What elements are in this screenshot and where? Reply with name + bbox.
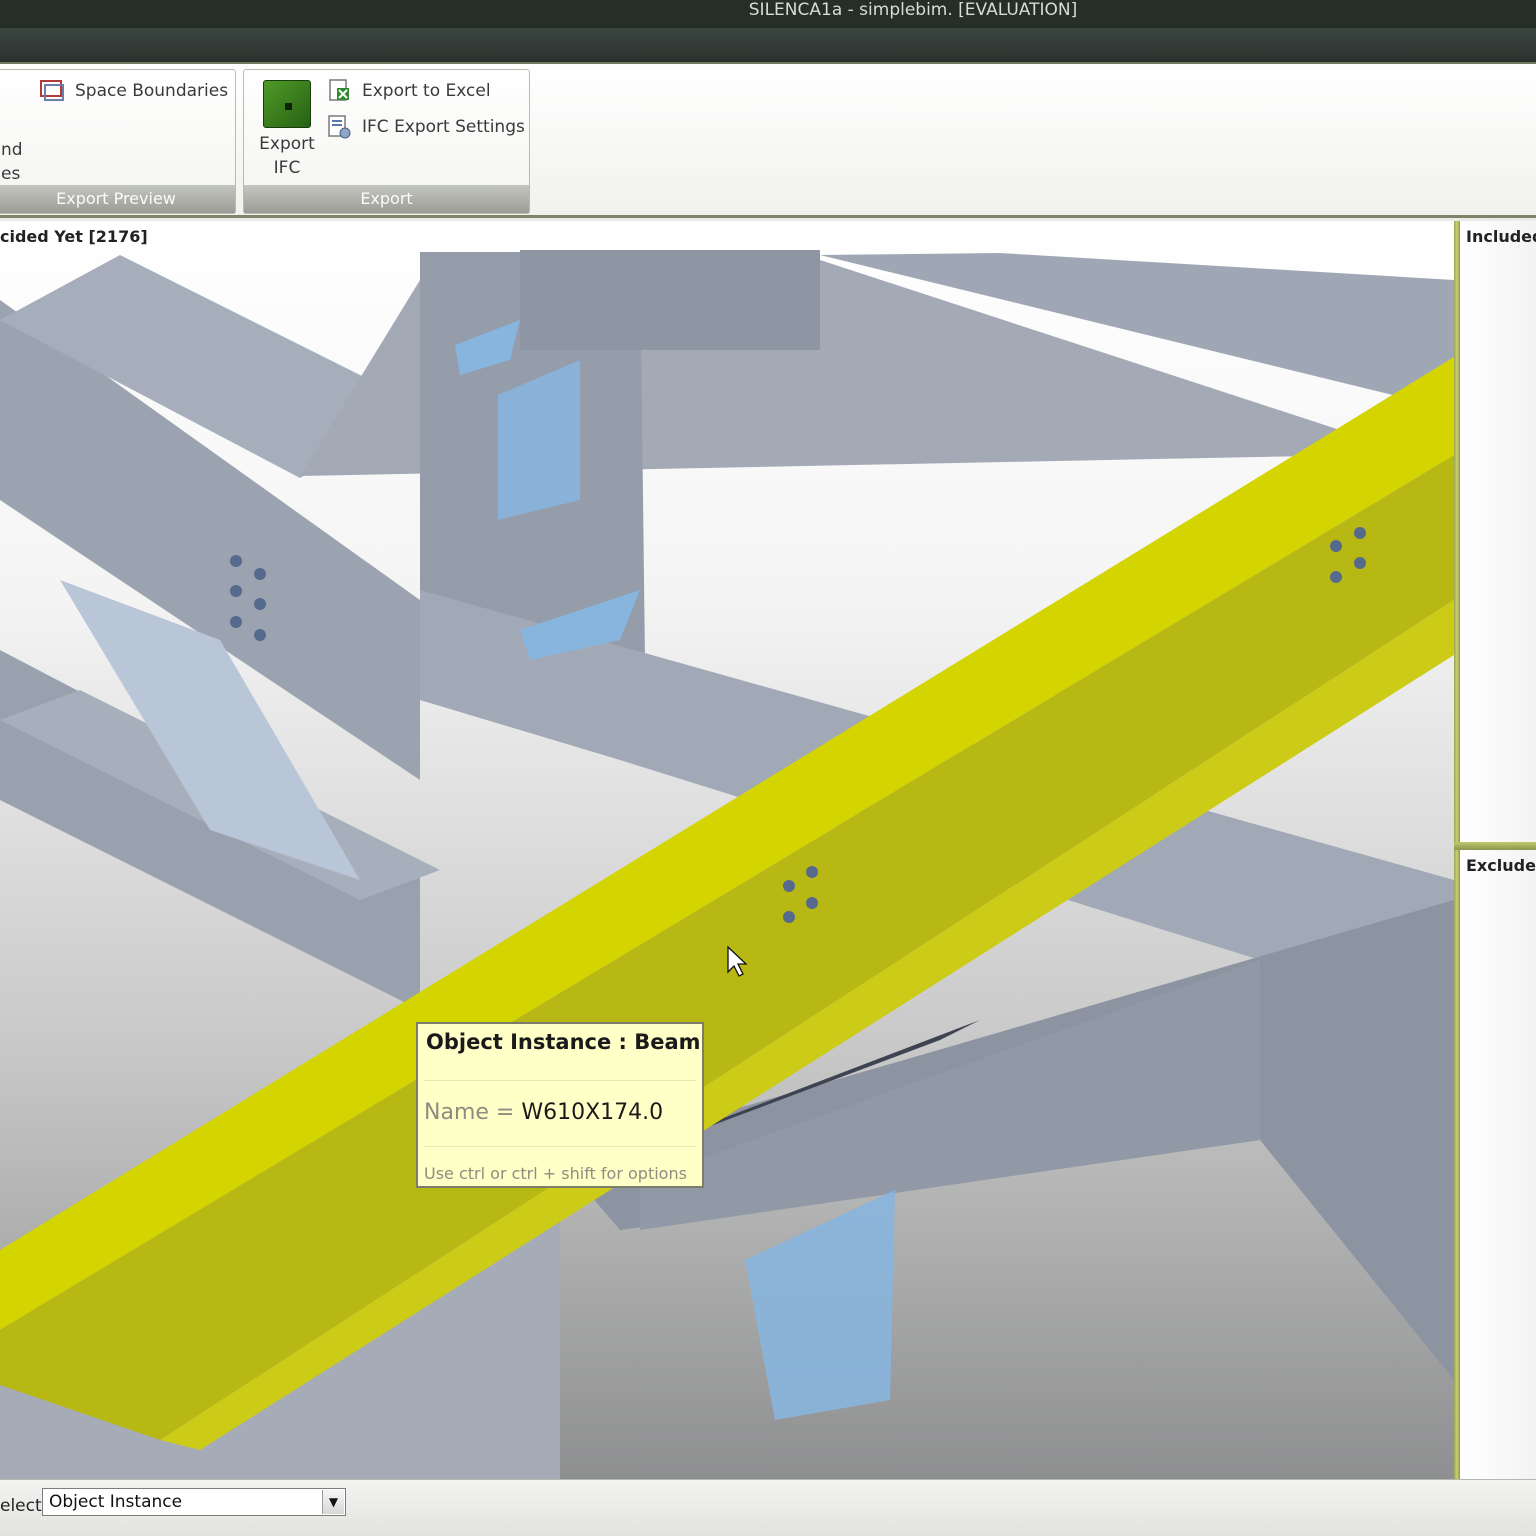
export-ifc-icon xyxy=(263,80,311,128)
select-label: elect: xyxy=(0,1496,48,1516)
export-preview-group-label: Export Preview xyxy=(0,185,235,213)
object-tooltip: Object Instance : Beam Name = W610X174.0… xyxy=(416,1022,704,1188)
export-ifc-label-1: Export xyxy=(259,134,315,154)
ribbon-tab-bar xyxy=(0,28,1536,64)
select-dropdown-value: Object Instance xyxy=(49,1492,183,1512)
excluded-panel-title: Excluded xyxy=(1466,856,1536,875)
horizontal-splitter[interactable] xyxy=(1454,842,1536,850)
export-to-excel-button[interactable]: Export to Excel xyxy=(326,78,491,104)
export-ifc-label-2: IFC xyxy=(273,158,301,178)
title-bar: SILENCA1a - simplebim. [EVALUATION] xyxy=(0,0,1536,28)
excel-icon xyxy=(326,78,352,104)
select-dropdown[interactable]: Object Instance ▼ xyxy=(42,1488,346,1516)
space-boundaries-label: Space Boundaries xyxy=(75,81,229,101)
excluded-panel[interactable]: Excluded xyxy=(1460,850,1536,1479)
stiffener-plate xyxy=(745,1190,895,1420)
tooltip-divider xyxy=(424,1080,696,1081)
tooltip-name-key: Name = xyxy=(424,1100,515,1125)
tooltip-divider xyxy=(424,1146,696,1147)
space-boundaries-button[interactable]: Space Boundaries xyxy=(39,78,228,104)
export-ifc-button[interactable]: Export IFC xyxy=(258,80,316,180)
window-title: SILENCA1a - simplebim. [EVALUATION] xyxy=(748,0,1078,20)
tooltip-name-value: W610X174.0 xyxy=(521,1100,664,1125)
steel-model-scene[interactable] xyxy=(0,221,1454,1479)
settings-icon xyxy=(326,114,352,140)
3d-viewport[interactable]: cided Yet [2176] xyxy=(0,221,1454,1479)
viewport-title: cided Yet [2176] xyxy=(0,227,148,246)
included-panel[interactable]: Included xyxy=(1460,221,1536,842)
ribbon: Space Boundaries nd es Export Preview Ex… xyxy=(0,64,1536,218)
ifc-export-settings-button[interactable]: IFC Export Settings xyxy=(326,114,525,140)
cut-text-2: es xyxy=(1,164,21,184)
cut-text-1: nd xyxy=(1,140,23,160)
export-group: Export IFC Export to Excel IFC Export Se… xyxy=(243,69,530,214)
status-bar: elect: Object Instance ▼ xyxy=(0,1479,1536,1536)
tooltip-title: Object Instance : Beam xyxy=(426,1030,701,1054)
beam-grey xyxy=(520,250,820,350)
included-panel-title: Included xyxy=(1466,227,1536,246)
ifc-export-settings-label: IFC Export Settings xyxy=(362,117,525,137)
chevron-down-icon[interactable]: ▼ xyxy=(322,1490,344,1514)
export-group-label: Export xyxy=(244,185,529,213)
export-to-excel-label: Export to Excel xyxy=(362,81,491,101)
space-boundaries-icon xyxy=(39,78,65,104)
tooltip-hint: Use ctrl or ctrl + shift for options xyxy=(424,1164,687,1183)
export-preview-group: Space Boundaries nd es Export Preview xyxy=(0,69,236,214)
tooltip-name-row: Name = W610X174.0 xyxy=(424,1100,663,1125)
